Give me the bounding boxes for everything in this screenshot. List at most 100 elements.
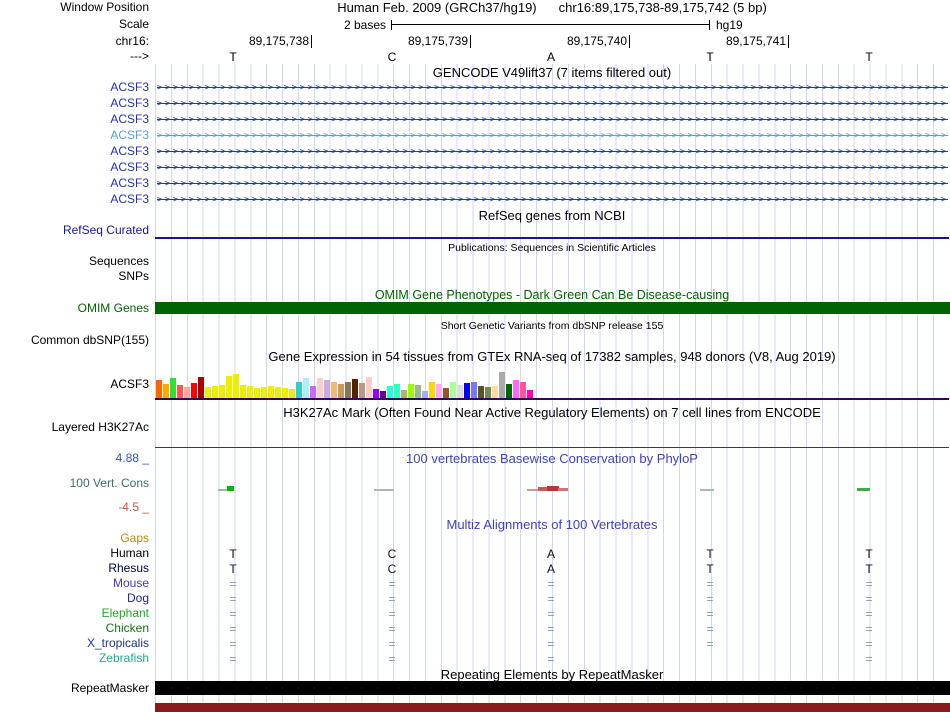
snps-track-label[interactable]: SNPs: [0, 270, 152, 283]
gtex-tissue-bar[interactable]: [387, 386, 393, 398]
gtex-tissue-bar[interactable]: [485, 387, 491, 398]
conservation-track-label[interactable]: 100 Vert. Cons: [0, 477, 152, 490]
gtex-tissue-bar[interactable]: [156, 380, 162, 398]
gtex-tissue-bar[interactable]: [471, 382, 477, 398]
gencode-transcript-label[interactable]: ACSF3: [0, 129, 152, 142]
gtex-expression-chart[interactable]: [156, 368, 536, 398]
gtex-tissue-bar[interactable]: [492, 386, 498, 398]
sequences-track-label[interactable]: Sequences: [0, 255, 152, 268]
gencode-transcript-line[interactable]: >>>>>>>>>>>>>>>>>>>>>>>>>>>>>>>>>>>>>>>>…: [157, 146, 948, 159]
reference-base: T: [706, 50, 714, 64]
scale-bar: [391, 20, 710, 30]
gtex-tissue-bar[interactable]: [345, 382, 351, 398]
multiz-species-label[interactable]: Chicken: [0, 622, 152, 635]
reference-base: T: [229, 50, 237, 64]
gtex-tissue-bar[interactable]: [191, 383, 197, 398]
gtex-tissue-bar[interactable]: [527, 390, 533, 398]
gencode-transcript-line[interactable]: >>>>>>>>>>>>>>>>>>>>>>>>>>>>>>>>>>>>>>>>…: [157, 82, 948, 95]
multiz-alignment-cell: C: [387, 547, 397, 561]
gtex-tissue-bar[interactable]: [317, 378, 323, 398]
gtex-tissue-bar[interactable]: [366, 377, 372, 398]
gtex-tissue-bar[interactable]: [499, 372, 505, 398]
gtex-tissue-bar[interactable]: [275, 387, 281, 398]
gtex-tissue-bar[interactable]: [450, 382, 456, 398]
gtex-tissue-bar[interactable]: [310, 386, 316, 398]
gtex-tissue-bar[interactable]: [359, 383, 365, 398]
gtex-tissue-bar[interactable]: [352, 379, 358, 398]
gtex-tissue-bar[interactable]: [303, 378, 309, 398]
gtex-tissue-bar[interactable]: [513, 380, 519, 398]
gencode-transcript-label[interactable]: ACSF3: [0, 193, 152, 206]
gtex-tissue-bar[interactable]: [184, 387, 190, 398]
gtex-tissue-bar[interactable]: [219, 385, 225, 398]
gtex-tissue-bar[interactable]: [205, 387, 211, 398]
gencode-transcript-line[interactable]: >>>>>>>>>>>>>>>>>>>>>>>>>>>>>>>>>>>>>>>>…: [157, 194, 948, 207]
gtex-tissue-bar[interactable]: [247, 386, 253, 398]
gtex-tissue-bar[interactable]: [170, 378, 176, 398]
repeatmasker-bar[interactable]: [155, 681, 950, 695]
multiz-species-label[interactable]: Elephant: [0, 607, 152, 620]
scale-genome-label: hg19: [716, 18, 743, 32]
gtex-tissue-bar[interactable]: [163, 384, 169, 398]
gencode-transcript-line[interactable]: >>>>>>>>>>>>>>>>>>>>>>>>>>>>>>>>>>>>>>>>…: [157, 178, 948, 191]
gencode-transcript-label[interactable]: ACSF3: [0, 177, 152, 190]
gtex-tissue-bar[interactable]: [296, 382, 302, 398]
gtex-tissue-bar[interactable]: [443, 388, 449, 398]
gtex-tissue-bar[interactable]: [506, 384, 512, 398]
gtex-tissue-bar[interactable]: [373, 389, 379, 398]
gtex-tissue-bar[interactable]: [478, 386, 484, 398]
gencode-transcript-label[interactable]: ACSF3: [0, 161, 152, 174]
gtex-tissue-bar[interactable]: [282, 388, 288, 398]
gtex-tissue-bar[interactable]: [212, 386, 218, 398]
gtex-tissue-bar[interactable]: [261, 387, 267, 398]
gtex-tissue-bar[interactable]: [226, 376, 232, 398]
gencode-transcript-line[interactable]: >>>>>>>>>>>>>>>>>>>>>>>>>>>>>>>>>>>>>>>>…: [157, 130, 948, 143]
gencode-transcript-label[interactable]: ACSF3: [0, 81, 152, 94]
gtex-tissue-bar[interactable]: [338, 384, 344, 398]
h3k27ac-track-label[interactable]: Layered H3K27Ac: [0, 421, 152, 434]
gtex-gene-label[interactable]: ACSF3: [0, 378, 152, 391]
gencode-transcript-line[interactable]: >>>>>>>>>>>>>>>>>>>>>>>>>>>>>>>>>>>>>>>>…: [157, 162, 948, 175]
gtex-tissue-bar[interactable]: [401, 390, 407, 398]
gencode-transcript-line[interactable]: >>>>>>>>>>>>>>>>>>>>>>>>>>>>>>>>>>>>>>>>…: [157, 98, 948, 111]
gtex-tissue-bar[interactable]: [268, 386, 274, 398]
omim-gene-bar[interactable]: [155, 302, 950, 314]
gencode-transcript-label[interactable]: ACSF3: [0, 97, 152, 110]
gtex-tissue-bar[interactable]: [457, 385, 463, 398]
gtex-tissue-bar[interactable]: [289, 389, 295, 398]
gencode-transcript-line[interactable]: >>>>>>>>>>>>>>>>>>>>>>>>>>>>>>>>>>>>>>>>…: [157, 114, 948, 127]
multiz-species-label[interactable]: X_tropicalis: [0, 637, 152, 650]
gtex-tissue-bar[interactable]: [198, 377, 204, 398]
omim-genes-label[interactable]: OMIM Genes: [0, 302, 152, 315]
multiz-species-label[interactable]: Dog: [0, 592, 152, 605]
repeatmasker-label[interactable]: RepeatMasker: [0, 682, 152, 695]
gtex-tissue-bar[interactable]: [380, 391, 386, 398]
gtex-tissue-bar[interactable]: [408, 384, 414, 398]
multiz-species-label[interactable]: Zebrafish: [0, 652, 152, 665]
refseq-curated-label[interactable]: RefSeq Curated: [0, 224, 152, 237]
multiz-species-label[interactable]: Gaps: [0, 532, 152, 545]
gtex-tissue-bar[interactable]: [422, 391, 428, 398]
refseq-curated-item[interactable]: [155, 237, 949, 239]
gencode-transcript-label[interactable]: ACSF3: [0, 113, 152, 126]
gtex-tissue-bar[interactable]: [254, 388, 260, 398]
multiz-species-label[interactable]: Rhesus: [0, 562, 152, 575]
gtex-tissue-bar[interactable]: [429, 382, 435, 398]
gtex-tissue-bar[interactable]: [464, 383, 470, 398]
gtex-tissue-bar[interactable]: [520, 382, 526, 398]
gtex-tissue-bar[interactable]: [233, 374, 239, 398]
gtex-tissue-bar[interactable]: [415, 385, 421, 398]
multiz-species-label[interactable]: Human: [0, 547, 152, 560]
gtex-tissue-bar[interactable]: [177, 385, 183, 398]
gencode-transcript-label[interactable]: ACSF3: [0, 145, 152, 158]
bottom-track-bar[interactable]: [155, 703, 950, 712]
multiz-species-label[interactable]: Mouse: [0, 577, 152, 590]
dbsnp-track-label[interactable]: Common dbSNP(155): [0, 334, 152, 347]
gtex-tissue-bar[interactable]: [394, 384, 400, 398]
gtex-tissue-bar[interactable]: [331, 382, 337, 398]
gtex-tissue-bar[interactable]: [240, 385, 246, 398]
gtex-tissue-bar[interactable]: [324, 380, 330, 398]
multiz-alignment-cell: =: [706, 577, 714, 591]
conservation-mark: [558, 488, 568, 491]
gtex-tissue-bar[interactable]: [436, 384, 442, 398]
